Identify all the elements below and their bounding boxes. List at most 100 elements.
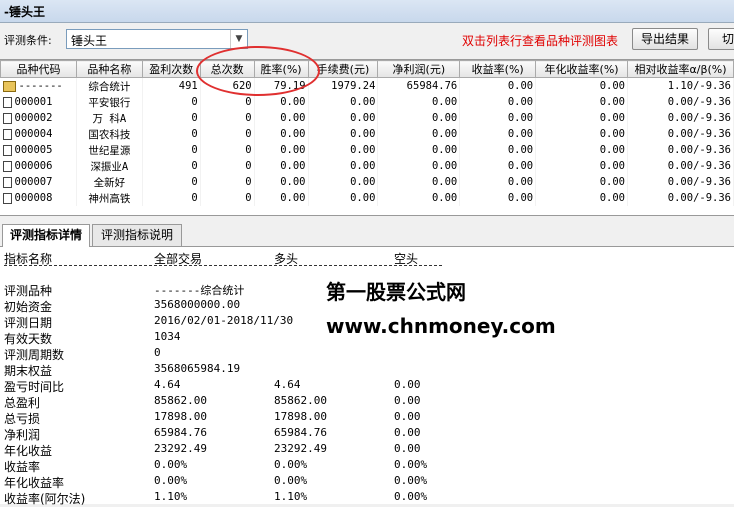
metric-all: 17898.00 xyxy=(154,410,207,423)
table-cell: 0.00 xyxy=(535,126,628,142)
export-button[interactable]: 导出结果 xyxy=(632,28,698,50)
metric-long: 4.64 xyxy=(274,378,301,391)
metric-name: 净利润 xyxy=(4,428,41,442)
cell-code-text: 000007 xyxy=(14,176,53,188)
col-header-relative-return[interactable]: 相对收益率α/β(%) xyxy=(627,60,734,78)
table-cell: 0 xyxy=(200,174,255,190)
table-cell: 0.00 xyxy=(254,142,309,158)
metric-row: 年化收益率 0.00% 0.00% 0.00% xyxy=(0,474,734,490)
table-row[interactable]: 000008 神州高铁 0 0 0.00 0.00 0.00 0.00 0.00 0.00/-9.… xyxy=(0,190,734,206)
table-cell: 0 xyxy=(142,110,201,126)
metric-long: 17898.00 xyxy=(274,410,327,423)
summary-icon xyxy=(2,80,16,92)
table-row[interactable]: ------- 综合统计 491 620 79.19 1979.24 65984.76 0.0… xyxy=(0,77,734,94)
metric-name: 有效天数 xyxy=(4,332,53,346)
table-row[interactable]: 000004 国农科技 0 0 0.00 0.00 0.00 0.00 0.00 0.00/-9.… xyxy=(0,126,734,142)
cell-code: ------- xyxy=(0,77,77,94)
condition-select[interactable]: 锤头王 ▼ xyxy=(66,29,248,49)
table-cell: 0 xyxy=(142,174,201,190)
table-row[interactable]: 000001 平安银行 0 0 0.00 0.00 0.00 0.00 0.00 0.00/-9.… xyxy=(0,94,734,110)
condition-value: 锤头王 xyxy=(71,34,108,48)
cell-code-text: 000002 xyxy=(14,112,53,124)
tab-metric-description[interactable]: 评测指标说明 xyxy=(92,224,182,246)
metric-all: -------综合统计 xyxy=(154,284,245,297)
metric-name: 年化收益率 xyxy=(4,476,65,490)
table-cell: 0.00 xyxy=(377,158,461,174)
table-cell: 0.00 xyxy=(535,94,628,110)
table-cell: 0.00 xyxy=(254,158,309,174)
table-cell: 0.00/-9.36 xyxy=(627,174,734,190)
condition-label: 评测条件: xyxy=(4,34,52,47)
col-header-annual-return[interactable]: 年化收益率(%) xyxy=(535,60,628,78)
table-cell: 0 xyxy=(200,126,255,142)
table-cell: 综合统计 xyxy=(76,77,143,94)
table-cell: 0 xyxy=(142,158,201,174)
table-cell: 0.00/-9.36 xyxy=(627,142,734,158)
window-title: -锤头王 xyxy=(4,5,45,19)
cell-code-text: 000004 xyxy=(14,128,53,140)
table-cell: 万 科A xyxy=(76,110,143,126)
table-cell: 全新好 xyxy=(76,174,143,190)
table-row[interactable]: 000005 世纪星源 0 0 0.00 0.00 0.00 0.00 0.00 0.00/-9.… xyxy=(0,142,734,158)
watermark-title: 第一股票公式网 xyxy=(326,280,466,304)
cell-code: 000006 xyxy=(0,158,77,174)
metric-name: 期末权益 xyxy=(4,364,53,378)
col-header-wins[interactable]: 盈利次数 xyxy=(141,60,201,78)
cell-code-text: ------- xyxy=(18,80,63,92)
col-header-winrate[interactable]: 胜率(%) xyxy=(253,60,309,78)
table-cell: 0.00 xyxy=(535,142,628,158)
table-row[interactable]: 000002 万 科A 0 0 0.00 0.00 0.00 0.00 0.00 0.00/-9.… xyxy=(0,110,734,126)
metric-all: 0.00% xyxy=(154,458,188,471)
cell-code: 000004 xyxy=(0,126,77,142)
table-row[interactable]: 000006 深振业A 0 0 0.00 0.00 0.00 0.00 0.00 0.00/-9.… xyxy=(0,158,734,174)
metric-all: 85862.00 xyxy=(154,394,207,407)
metric-all: 0 xyxy=(154,346,161,359)
cell-code-text: 000006 xyxy=(14,160,53,172)
metric-short: 0.00 xyxy=(394,378,421,391)
table-row[interactable]: 000007 全新好 0 0 0.00 0.00 0.00 0.00 0.00 0.00/-9.3… xyxy=(0,174,734,190)
switch-button[interactable]: 切 xyxy=(708,28,734,50)
metric-short: 0.00 xyxy=(394,394,421,407)
table-cell: 0 xyxy=(142,190,201,206)
table-header-row: 品种代码 品种名称 盈利次数 总次数 胜率(%) 手续费(元) 净利润(元) 收… xyxy=(0,60,734,78)
table-cell: 65984.76 xyxy=(377,77,461,94)
col-header-return[interactable]: 收益率(%) xyxy=(459,60,537,78)
table-cell: 0.00 xyxy=(254,126,309,142)
table-cell: 79.19 xyxy=(254,77,309,94)
col-header-net-profit[interactable]: 净利润(元) xyxy=(377,60,461,78)
table-cell: 0.00 xyxy=(377,174,461,190)
col-header-fee[interactable]: 手续费(元) xyxy=(307,60,379,78)
table-cell: 0.00 xyxy=(254,110,309,126)
metric-short: 0.00% xyxy=(394,474,428,487)
metric-long: 0.00% xyxy=(274,474,308,487)
table-cell: 0.00 xyxy=(459,142,537,158)
col-header-code[interactable]: 品种代码 xyxy=(0,60,77,78)
col-header-total[interactable]: 总次数 xyxy=(199,60,255,78)
metric-short: 0.00% xyxy=(394,490,428,503)
metric-all: 4.64 xyxy=(154,378,181,391)
table-cell: 0.00/-9.36 xyxy=(627,126,734,142)
watermark-url: www.chnmoney.com xyxy=(326,314,556,338)
table-cell: 0.00/-9.36 xyxy=(627,94,734,110)
table-cell: 1.10/-9.36 xyxy=(627,77,734,94)
metric-short: 0.00 xyxy=(394,410,421,423)
cell-code-text: 000001 xyxy=(14,96,53,108)
col-header-name[interactable]: 品种名称 xyxy=(75,60,143,78)
metric-name: 评测日期 xyxy=(4,316,53,330)
table-cell: 0.00 xyxy=(377,94,461,110)
metric-all: 3568000000.00 xyxy=(154,298,241,311)
tab-metric-details[interactable]: 评测指标详情 xyxy=(2,224,90,247)
table-cell: 0.00 xyxy=(254,94,309,110)
results-table: 品种代码 品种名称 盈利次数 总次数 胜率(%) 手续费(元) 净利润(元) 收… xyxy=(0,59,734,216)
metric-name: 盈亏时间比 xyxy=(4,380,65,394)
table-cell: 平安银行 xyxy=(76,94,143,110)
document-icon xyxy=(2,192,12,204)
table-cell: 0.00 xyxy=(308,126,379,142)
metric-all: 23292.49 xyxy=(154,442,207,455)
metric-name: 评测周期数 xyxy=(4,348,65,362)
metric-long: 65984.76 xyxy=(274,426,327,439)
table-cell: 0 xyxy=(142,126,201,142)
metric-row: 总盈利 85862.00 85862.00 0.00 xyxy=(0,394,734,410)
metric-row: 收益率 0.00% 0.00% 0.00% xyxy=(0,458,734,474)
chevron-down-icon[interactable]: ▼ xyxy=(230,30,247,48)
